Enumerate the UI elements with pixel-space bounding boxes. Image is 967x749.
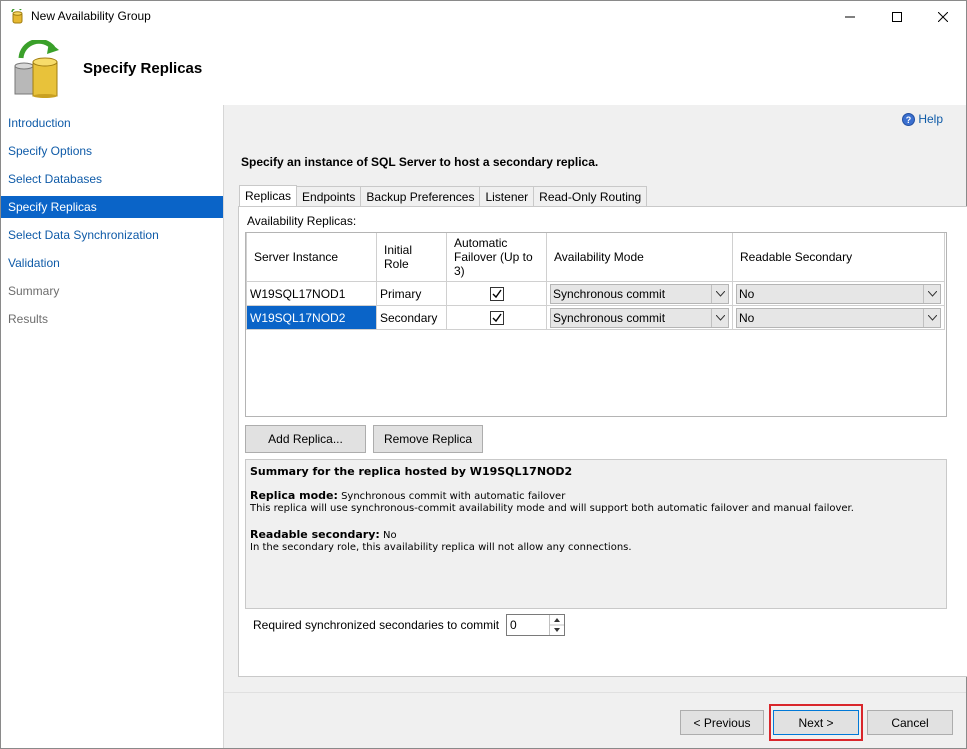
help-icon: ? [902,112,916,126]
title-bar: New Availability Group [1,1,966,32]
tab-strip: Replicas Endpoints Backup Preferences Li… [239,185,648,207]
server-instance-cell[interactable]: W19SQL17NOD1 [246,281,377,306]
main-content: ? Help Specify an instance of SQL Server… [224,105,967,692]
tab-read-only-routing[interactable]: Read-Only Routing [533,186,648,207]
sidebar-item-validation[interactable]: Validation [1,252,223,274]
replica-mode-label: Replica mode: [250,489,338,502]
replica-mode-value: Synchronous commit with automatic failov… [341,491,566,502]
required-secondaries-stepper[interactable]: 0 [506,614,565,636]
next-button-highlight [769,704,863,741]
tab-replicas[interactable]: Replicas [239,185,298,207]
sidebar-item-specify-replicas[interactable]: Specify Replicas [1,196,223,218]
readable-secondary-summary-value: No [382,530,397,541]
availability-mode-dropdown[interactable]: Synchronous commit [550,307,729,328]
help-link[interactable]: ? Help [902,112,943,126]
previous-button[interactable]: < Previous [680,710,764,735]
column-header-server-instance[interactable]: Server Instance [246,233,377,282]
readable-secondary-line: Readable secondary: No [250,528,397,541]
chevron-down-icon [927,314,937,321]
required-secondaries-label: Required synchronized secondaries to com… [253,618,500,632]
remove-replica-button[interactable]: Remove Replica [373,425,483,453]
spin-arrows-icon [550,618,564,632]
maximize-icon [892,11,902,22]
checkmark-icon [492,313,502,322]
wizard-navigation: Introduction Specify Options Select Data… [1,105,224,748]
page-title: Specify Replicas [83,60,203,77]
help-label: Help [918,112,943,126]
sidebar-item-summary: Summary [8,284,60,298]
maximize-button[interactable] [874,1,920,32]
wizard-window: New Availability Group Specify Replicas … [0,0,967,749]
availability-mode-dropdown[interactable]: Synchronous commit [550,283,729,304]
automatic-failover-cell [446,281,547,306]
readable-secondary-cell: No [732,281,945,306]
close-icon [938,11,948,22]
summary-heading: Summary for the replica hosted by W19SQL… [250,465,573,478]
automatic-failover-checkbox[interactable] [489,286,504,301]
initial-role-cell: Primary [376,281,447,306]
table-row[interactable]: W19SQL17NOD1 Primary Synchronous commit [246,281,945,306]
readable-secondary-value: No [739,310,755,325]
automatic-failover-checkbox[interactable] [489,310,504,325]
stepper-controls[interactable] [549,615,564,635]
instruction-text: Specify an instance of SQL Server to hos… [241,155,599,169]
table-row[interactable]: W19SQL17NOD2 Secondary Synchronous commi… [246,305,945,330]
cancel-button[interactable]: Cancel [867,710,953,735]
readable-secondary-dropdown[interactable]: No [736,307,941,328]
replicas-tab-panel: Availability Replicas: Server Instance I… [238,206,967,677]
add-replica-button[interactable]: Add Replica... [245,425,366,453]
availability-mode-cell: Synchronous commit [546,281,733,306]
sidebar-item-introduction[interactable]: Introduction [1,112,223,134]
tab-backup-preferences[interactable]: Backup Preferences [360,186,481,207]
tab-listener[interactable]: Listener [479,186,535,207]
server-instance-cell[interactable]: W19SQL17NOD2 [246,305,377,330]
window-title: New Availability Group [31,9,151,23]
chevron-down-icon [715,314,725,321]
availability-group-icon [11,9,23,24]
availability-mode-cell: Synchronous commit [546,305,733,330]
chevron-down-icon [927,290,937,297]
close-button[interactable] [920,1,966,32]
replicas-grid: Server Instance Initial Role Automatic F… [245,232,947,417]
svg-text:?: ? [906,115,912,125]
availability-mode-value: Synchronous commit [553,310,666,325]
readable-secondary-description: In the secondary role, this availability… [250,542,632,553]
wizard-header: Specify Replicas [1,32,966,105]
availability-replicas-label: Availability Replicas: [247,214,357,228]
minimize-icon [845,16,855,17]
sidebar-item-select-databases[interactable]: Select Databases [1,168,223,190]
readable-secondary-label: Readable secondary: [250,528,380,541]
column-header-automatic-failover[interactable]: Automatic Failover (Up to 3) [446,233,547,282]
sidebar-item-results: Results [8,312,49,326]
chevron-down-icon [715,290,725,297]
tab-endpoints[interactable]: Endpoints [296,186,362,207]
initial-role-cell: Secondary [376,305,447,330]
availability-group-icon [14,40,59,98]
replica-summary-panel: Summary for the replica hosted by W19SQL… [245,459,947,609]
sidebar-item-specify-options[interactable]: Specify Options [1,140,223,162]
replica-mode-description: This replica will use synchronous-commit… [250,503,854,514]
checkmark-icon [492,289,502,298]
readable-secondary-dropdown[interactable]: No [736,283,941,304]
column-header-initial-role[interactable]: Initial Role [376,233,447,282]
availability-mode-value: Synchronous commit [553,286,666,301]
readable-secondary-value: No [739,286,755,301]
column-header-availability-mode[interactable]: Availability Mode [546,233,733,282]
automatic-failover-cell [446,305,547,330]
column-header-readable-secondary[interactable]: Readable Secondary [732,233,945,282]
minimize-button[interactable] [827,1,873,32]
required-secondaries-value: 0 [510,618,517,632]
sidebar-item-select-data-synchronization[interactable]: Select Data Synchronization [1,224,223,246]
readable-secondary-cell: No [732,305,945,330]
replica-mode-line: Replica mode: Synchronous commit with au… [250,489,565,502]
